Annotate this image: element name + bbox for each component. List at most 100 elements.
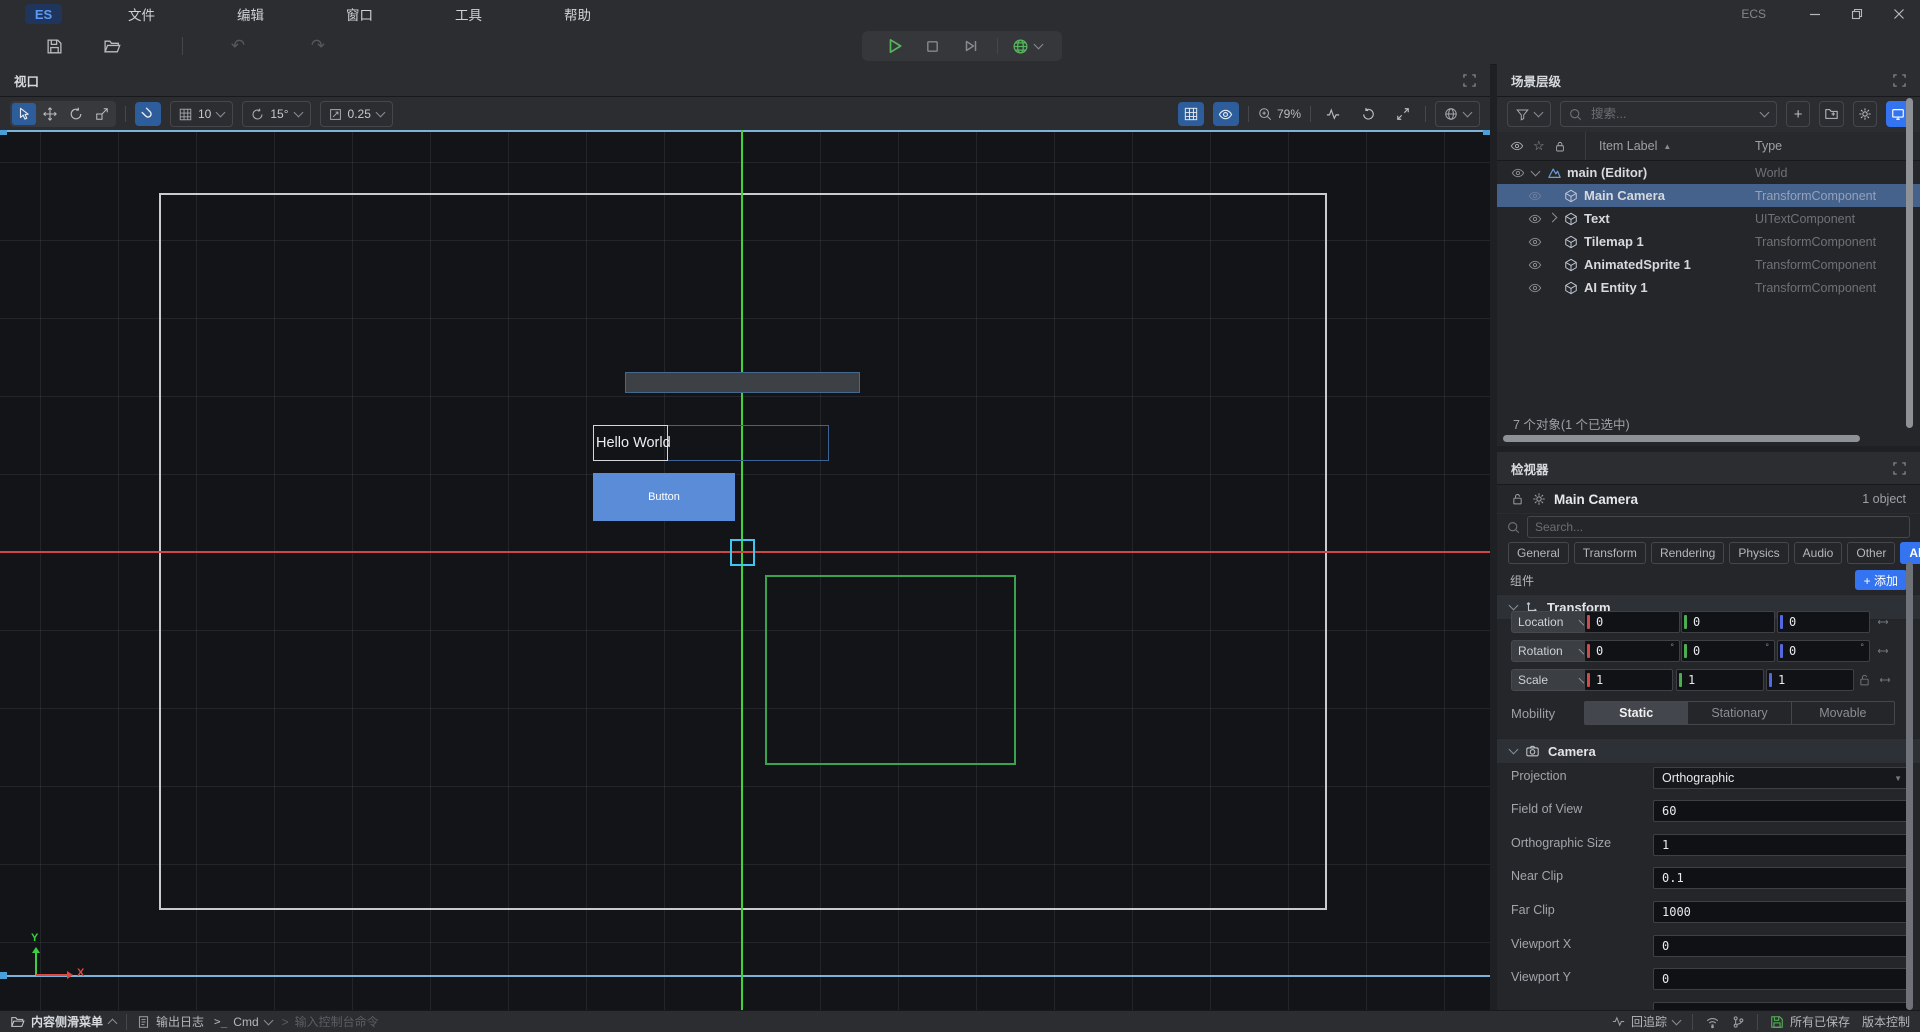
save-status[interactable]: 所有已保存 xyxy=(1770,1013,1850,1030)
near-clip-input[interactable]: 0.1 xyxy=(1653,867,1911,889)
eye-icon[interactable] xyxy=(1527,258,1543,272)
guide-handle[interactable] xyxy=(1483,130,1490,135)
minimize-button[interactable] xyxy=(1794,0,1836,28)
world-mode-dropdown[interactable] xyxy=(1012,34,1042,58)
rotation-x-input[interactable]: 0 ° xyxy=(1584,640,1680,662)
fullscreen-button[interactable] xyxy=(1390,102,1416,126)
open-folder-icon[interactable] xyxy=(100,34,124,58)
stats-button[interactable] xyxy=(1320,102,1346,126)
show-grid-button[interactable] xyxy=(1178,102,1204,126)
expand-chevron-icon[interactable] xyxy=(1547,212,1557,222)
hierarchy-row-text[interactable]: Text UITextComponent xyxy=(1497,207,1920,230)
move-tool-button[interactable] xyxy=(38,103,62,125)
location-y-input[interactable]: 0 xyxy=(1681,611,1775,633)
button-element[interactable]: Button xyxy=(593,473,735,521)
tab-transform[interactable]: Transform xyxy=(1574,542,1646,564)
menu-tools[interactable]: 工具 xyxy=(455,4,482,24)
tab-physics[interactable]: Physics xyxy=(1729,542,1788,564)
tab-rendering[interactable]: Rendering xyxy=(1651,542,1724,564)
hierarchy-row-main-camera[interactable]: Main Camera TransformComponent xyxy=(1497,184,1920,207)
traceback-dropdown[interactable]: 回追踪 xyxy=(1612,1013,1680,1030)
scale-tool-button[interactable] xyxy=(90,103,114,125)
expand-panel-icon[interactable] xyxy=(1893,74,1906,87)
version-control-button[interactable]: 版本控制 xyxy=(1862,1013,1910,1030)
field-of-view-input[interactable]: 60 xyxy=(1653,800,1911,822)
hierarchy-row-animatedsprite[interactable]: AnimatedSprite 1 TransformComponent xyxy=(1497,253,1920,276)
hierarchy-row-ai-entity[interactable]: AI Entity 1 TransformComponent xyxy=(1497,276,1920,299)
column-item-label[interactable]: Item Label xyxy=(1599,139,1657,153)
link-axes-icon[interactable] xyxy=(1876,615,1890,629)
vertical-scrollbar[interactable] xyxy=(1906,562,1913,1010)
hierarchy-row-tilemap[interactable]: Tilemap 1 TransformComponent xyxy=(1497,230,1920,253)
restore-button[interactable] xyxy=(1836,0,1878,28)
filter-dropdown[interactable] xyxy=(1507,101,1551,127)
step-button[interactable] xyxy=(959,34,983,58)
viewport-x-input[interactable]: 0 xyxy=(1653,935,1911,957)
mobility-stationary-option[interactable]: Stationary xyxy=(1687,702,1790,724)
scene-canvas[interactable]: Hello World Button Y X xyxy=(0,130,1490,1010)
lock-icon[interactable] xyxy=(1511,492,1524,506)
visibility-button[interactable] xyxy=(1213,102,1239,126)
close-button[interactable] xyxy=(1878,0,1920,28)
output-log-button[interactable]: 输出日志 xyxy=(137,1013,204,1030)
eye-icon[interactable] xyxy=(1527,212,1543,226)
eye-icon[interactable] xyxy=(1510,166,1526,180)
redo-icon[interactable]: ↷ xyxy=(306,34,330,58)
scale-y-input[interactable]: 1 xyxy=(1676,669,1764,691)
tab-general[interactable]: General xyxy=(1508,542,1569,564)
play-button[interactable] xyxy=(883,34,907,58)
menu-help[interactable]: 帮助 xyxy=(564,4,591,24)
rotation-y-input[interactable]: 0 ° xyxy=(1681,640,1775,662)
rotate-tool-button[interactable] xyxy=(64,103,88,125)
app-logo[interactable]: ES xyxy=(25,4,62,24)
location-dropdown[interactable]: Location xyxy=(1511,611,1594,633)
zoom-control[interactable]: 79% xyxy=(1258,107,1301,121)
grid-snap-dropdown[interactable]: 10 xyxy=(170,101,233,127)
content-drawer-button[interactable]: 内容侧滑菜单 xyxy=(10,1013,116,1030)
rotation-z-input[interactable]: 0 ° xyxy=(1777,640,1870,662)
expand-panel-icon[interactable] xyxy=(1463,74,1476,87)
visibility-column-icon[interactable] xyxy=(1510,139,1524,153)
lock-column-icon[interactable] xyxy=(1554,140,1566,153)
gear-icon[interactable] xyxy=(1532,492,1546,506)
save-icon[interactable] xyxy=(42,34,66,58)
viewport-world-dropdown[interactable] xyxy=(1435,101,1480,127)
console-input[interactable]: > 输入控制台命令 xyxy=(282,1013,379,1030)
scale-dropdown[interactable]: Scale xyxy=(1511,669,1594,691)
tab-other[interactable]: Other xyxy=(1847,542,1895,564)
eye-icon[interactable] xyxy=(1527,189,1543,203)
guide-handle[interactable] xyxy=(0,130,7,135)
add-component-button[interactable]: + 添加 xyxy=(1855,570,1907,590)
text-element[interactable]: Hello World xyxy=(593,425,668,461)
eye-icon[interactable] xyxy=(1527,281,1543,295)
eye-icon[interactable] xyxy=(1527,235,1543,249)
rotation-snap-dropdown[interactable]: 15° xyxy=(242,101,310,127)
hierarchy-settings-button[interactable] xyxy=(1853,101,1877,127)
green-region-rect[interactable] xyxy=(765,575,1016,765)
link-axes-icon[interactable] xyxy=(1876,644,1890,658)
favorite-column-icon[interactable]: ☆ xyxy=(1533,138,1545,154)
text-container[interactable]: Hello World xyxy=(593,425,829,461)
rotation-dropdown[interactable]: Rotation xyxy=(1511,640,1594,662)
projection-dropdown[interactable]: Orthographic▼ xyxy=(1653,767,1911,789)
horizontal-scrollbar[interactable] xyxy=(1503,435,1860,442)
add-entity-button[interactable]: + xyxy=(1786,101,1810,127)
mobility-static-option[interactable]: Static xyxy=(1585,702,1687,724)
expand-panel-icon[interactable] xyxy=(1893,462,1906,475)
hierarchy-row-world[interactable]: main (Editor) World xyxy=(1497,161,1920,184)
panel-sprite[interactable] xyxy=(625,372,860,393)
menu-file[interactable]: 文件 xyxy=(128,4,155,24)
undo-icon[interactable]: ↶ xyxy=(226,34,250,58)
unlock-uniform-scale-icon[interactable] xyxy=(1858,673,1871,687)
orthographic-size-input[interactable]: 1 xyxy=(1653,834,1911,856)
tab-all[interactable]: All xyxy=(1900,542,1920,564)
reset-view-button[interactable] xyxy=(1355,102,1381,126)
inspector-search-input[interactable] xyxy=(1527,516,1910,538)
far-clip-input[interactable]: 1000 xyxy=(1653,901,1911,923)
snap-toggle-button[interactable] xyxy=(135,102,161,126)
hierarchy-search[interactable] xyxy=(1560,101,1777,127)
selection-highlight-box[interactable] xyxy=(730,539,755,566)
network-icon[interactable] xyxy=(1705,1015,1720,1029)
menu-window[interactable]: 窗口 xyxy=(346,4,373,24)
location-x-input[interactable]: 0 xyxy=(1584,611,1680,633)
